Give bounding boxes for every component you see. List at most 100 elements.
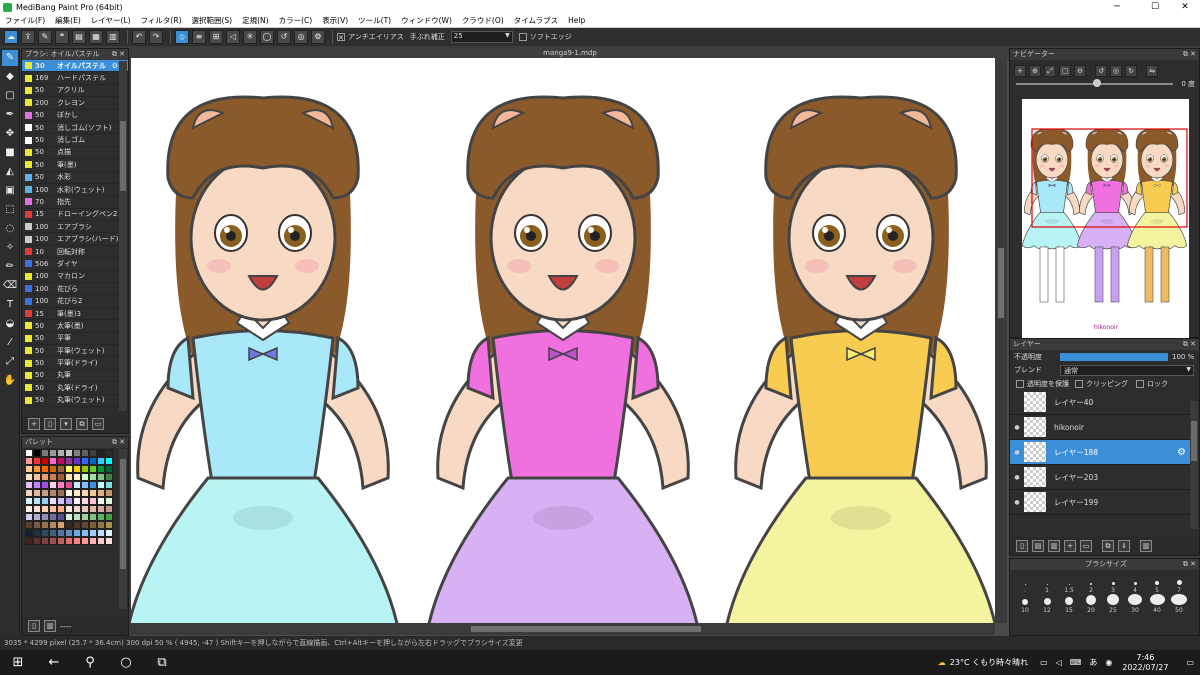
brush-item[interactable]: 50 丸筆(ドライ) [22, 382, 128, 395]
radial-snap-icon[interactable]: ✳ [243, 30, 257, 44]
palette-swatch[interactable] [49, 449, 57, 457]
text-tool-icon[interactable]: T [2, 297, 18, 313]
soft-edge-option[interactable]: ソフトエッジ [518, 32, 572, 42]
scroll-thumb[interactable] [1191, 421, 1197, 461]
fit-icon[interactable]: ⤢ [1044, 65, 1056, 77]
palette-swatch[interactable] [81, 529, 89, 537]
brush-item[interactable]: 50 丸筆(ウェット) [22, 395, 128, 407]
brush-item[interactable]: 50 点描 [22, 147, 128, 160]
palette-swatch[interactable] [81, 497, 89, 505]
speech-icon[interactable]: ❝ [55, 30, 69, 44]
brush-size-option[interactable]: 4 [1124, 574, 1146, 594]
document-icon[interactable]: ▦ [89, 30, 103, 44]
palette-swatch[interactable] [57, 457, 65, 465]
close-button[interactable]: ✕ [1170, 0, 1200, 14]
palette-swatch[interactable] [41, 537, 49, 545]
palette-swatch[interactable] [89, 489, 97, 497]
brush-item[interactable]: 15 ドローイングペン2 [22, 209, 128, 222]
palette-swatch[interactable] [65, 457, 73, 465]
maximize-button[interactable]: ☐ [1140, 0, 1170, 14]
brush-item[interactable]: 70 指先 [22, 196, 128, 209]
brush-size-option[interactable]: 10 [1014, 594, 1036, 614]
palette-swatch[interactable] [89, 473, 97, 481]
palette-swatch[interactable] [73, 449, 81, 457]
brush-item[interactable]: 169 ハードパステル [22, 72, 128, 85]
brush-item[interactable]: 50 水彩 [22, 172, 128, 184]
layer-row[interactable]: レイヤー40 [1010, 390, 1190, 415]
dot-tool-icon[interactable]: ▢ [2, 88, 18, 104]
layer-row[interactable]: ● レイヤー199 [1010, 490, 1190, 515]
brush-size-option[interactable]: 7 [1168, 574, 1190, 594]
palette-swatch[interactable] [105, 449, 113, 457]
palette-swatch[interactable] [81, 465, 89, 473]
brush-item[interactable]: 30 オイルパステル ⚙ [22, 60, 128, 73]
palette-swatch[interactable] [49, 457, 57, 465]
palette-swatch[interactable] [73, 481, 81, 489]
palette-swatch[interactable] [97, 521, 105, 529]
palette-swatch[interactable] [105, 497, 113, 505]
palette-swatch[interactable] [97, 497, 105, 505]
palette-swatch[interactable] [49, 489, 57, 497]
circle-snap-icon[interactable]: ◯ [260, 30, 274, 44]
palette-swatch[interactable] [57, 473, 65, 481]
palette-swatch[interactable] [81, 537, 89, 545]
brush-size-option[interactable]: 40 [1146, 594, 1168, 614]
brush-item[interactable]: 10 回転対称 [22, 246, 128, 259]
dropper-tool-icon[interactable]: ⁄ [2, 335, 18, 351]
document-tab[interactable]: manga9-1.mdp [131, 48, 1009, 58]
scroll-thumb[interactable] [120, 459, 126, 569]
palette-swatch[interactable] [89, 481, 97, 489]
palette-swatch[interactable] [49, 513, 57, 521]
palette-swatch[interactable] [25, 513, 33, 521]
cloud-icon[interactable]: ☁ [4, 30, 18, 44]
operation-tool-icon[interactable]: ⤢ [2, 354, 18, 370]
layer-scrollbar[interactable] [1190, 401, 1198, 529]
new-color-icon[interactable]: ▯ [28, 620, 40, 632]
add-layer-menu-icon[interactable]: + [1064, 540, 1076, 552]
brush-item[interactable]: 50 消しゴム(ソフト) [22, 122, 128, 135]
palette-swatch[interactable] [97, 529, 105, 537]
palette-swatch[interactable] [33, 529, 41, 537]
visibility-icon[interactable]: ● [1010, 424, 1024, 431]
move-tool-icon[interactable]: ✥ [2, 126, 18, 142]
clock[interactable]: 7:46 2022/07/27 [1122, 653, 1168, 673]
brush-item[interactable]: 50 平筆(ウェット) [22, 345, 128, 358]
close-icon[interactable]: ⧉ ✕ [112, 49, 125, 60]
palette-swatch[interactable] [73, 521, 81, 529]
search-icon[interactable]: ⚲ [72, 655, 108, 670]
zoom-out-icon[interactable]: ⊖ [1074, 65, 1086, 77]
palette-swatch[interactable] [73, 505, 81, 513]
brush-item[interactable]: 100 花びら [22, 283, 128, 296]
brush-item[interactable]: 50 筆(墨) [22, 159, 128, 172]
palette-swatch[interactable] [57, 465, 65, 473]
select-pen-icon[interactable]: ✏ [2, 259, 18, 275]
brush-size-option[interactable]: 30 [1124, 594, 1146, 614]
palette-swatch[interactable] [33, 449, 41, 457]
brush-item[interactable]: 50 アクリル [22, 85, 128, 98]
palette-swatch[interactable] [105, 513, 113, 521]
palette-swatch[interactable] [25, 457, 33, 465]
palette-swatch[interactable] [89, 449, 97, 457]
reset-rotation-icon[interactable]: ◎ [1110, 65, 1122, 77]
palette-swatch[interactable] [49, 465, 57, 473]
gear-icon[interactable]: ⚙ [112, 62, 118, 70]
menu-filter[interactable]: フィルタ(R) [136, 15, 187, 26]
slider-knob[interactable] [1093, 79, 1101, 87]
rotation-slider[interactable]: 0 度 [1010, 78, 1199, 90]
palette-swatch[interactable] [97, 481, 105, 489]
palette-swatch[interactable] [97, 513, 105, 521]
brush-item[interactable]: 50 ぼかし [22, 110, 128, 122]
tray-app-icon[interactable]: ◉ [1105, 658, 1112, 667]
palette-swatch[interactable] [105, 465, 113, 473]
palette-swatch[interactable] [41, 497, 49, 505]
grid-icon[interactable]: ▥ [106, 30, 120, 44]
hand-tool-icon[interactable]: ✋ [2, 373, 18, 389]
shape-tool-icon[interactable]: ■ [2, 145, 18, 161]
palette-swatch[interactable] [89, 505, 97, 513]
palette-swatch[interactable] [57, 513, 65, 521]
close-icon[interactable]: ⧉ ✕ [1183, 339, 1196, 350]
ime-icon[interactable]: あ [1089, 657, 1097, 668]
palette-swatch[interactable] [33, 457, 41, 465]
antialias-checkbox[interactable]: ✕ [337, 33, 345, 42]
palette-swatch[interactable] [97, 457, 105, 465]
